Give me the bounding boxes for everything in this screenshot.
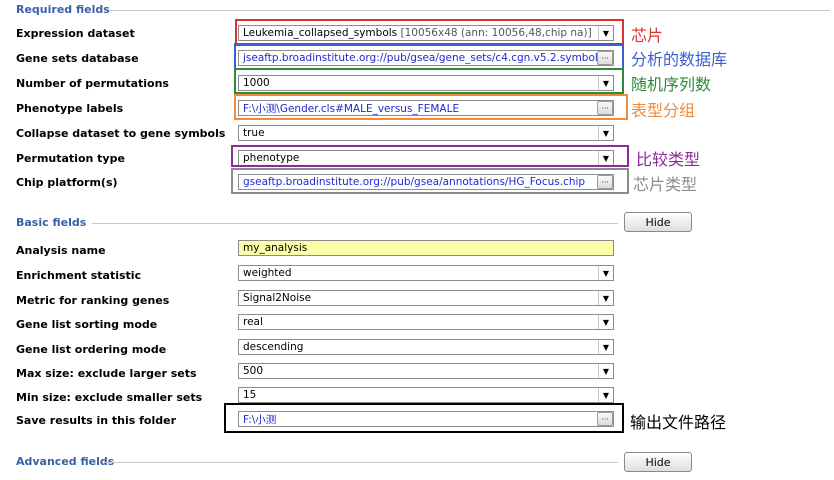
label-chip-platform: Chip platform(s): [16, 176, 118, 189]
chevron-down-icon[interactable]: ▼: [598, 388, 613, 402]
collapse-dataset-value: true: [243, 127, 265, 139]
collapse-dataset-select[interactable]: true ▼: [238, 125, 614, 141]
label-phenotype-labels: Phenotype labels: [16, 102, 124, 115]
label-expression-dataset: Expression dataset: [16, 27, 135, 40]
label-gene-list-ordering: Gene list ordering mode: [16, 343, 167, 356]
label-metric-ranking: Metric for ranking genes: [16, 294, 170, 307]
chevron-down-icon[interactable]: ▼: [598, 364, 613, 378]
chevron-down-icon[interactable]: ▼: [598, 291, 613, 305]
label-gene-list-sorting: Gene list sorting mode: [16, 318, 158, 331]
section-title-basic: Basic fields: [16, 216, 93, 229]
section-divider: [92, 223, 618, 224]
annotation-permutations: 随机序列数: [631, 75, 712, 94]
analysis-name-value: my_analysis: [243, 242, 308, 254]
chevron-down-icon[interactable]: ▼: [598, 126, 613, 140]
max-size-select[interactable]: 500 ▼: [238, 363, 614, 379]
annotation-box-compare: [231, 145, 629, 167]
chevron-down-icon[interactable]: ▼: [598, 266, 613, 280]
annotation-box-phenotype: [234, 94, 628, 120]
gene-list-ordering-select[interactable]: descending ▼: [238, 339, 614, 355]
metric-ranking-value: Signal2Noise: [243, 292, 312, 304]
annotation-box-chip: [235, 19, 624, 46]
gene-list-ordering-value: descending: [243, 341, 304, 353]
chevron-down-icon[interactable]: ▼: [598, 315, 613, 329]
annotation-compare: 比较类型: [636, 150, 701, 169]
section-divider: [104, 462, 618, 463]
annotation-database: 分析的数据库: [631, 50, 728, 69]
max-size-value: 500: [243, 365, 264, 377]
hide-basic-button[interactable]: Hide: [624, 212, 692, 232]
hide-advanced-button[interactable]: Hide: [624, 452, 692, 472]
label-collapse-dataset: Collapse dataset to gene symbols: [16, 127, 226, 140]
annotation-output: 输出文件路径: [630, 413, 727, 432]
gene-list-sorting-select[interactable]: real ▼: [238, 314, 614, 330]
annotation-chip: 芯片: [631, 26, 664, 45]
section-divider: [110, 10, 830, 11]
enrichment-statistic-select[interactable]: weighted ▼: [238, 265, 614, 281]
min-size-select[interactable]: 15 ▼: [238, 387, 614, 403]
annotation-phenotype: 表型分组: [631, 101, 696, 120]
enrichment-statistic-value: weighted: [243, 267, 292, 279]
label-min-size: Min size: exclude smaller sets: [16, 391, 203, 404]
chevron-down-icon[interactable]: ▼: [598, 340, 613, 354]
section-title-required: Required fields: [16, 3, 116, 16]
metric-ranking-select[interactable]: Signal2Noise ▼: [238, 290, 614, 306]
annotation-box-database: [234, 43, 624, 70]
annotation-box-output: [224, 403, 624, 433]
label-gene-sets-database: Gene sets database: [16, 52, 139, 65]
analysis-name-input[interactable]: my_analysis: [238, 240, 614, 256]
label-permutation-type: Permutation type: [16, 152, 125, 165]
label-max-size: Max size: exclude larger sets: [16, 367, 197, 380]
label-save-results-folder: Save results in this folder: [16, 414, 177, 427]
annotation-chip-type: 芯片类型: [633, 175, 698, 194]
label-enrichment-statistic: Enrichment statistic: [16, 269, 142, 282]
label-number-of-permutations: Number of permutations: [16, 77, 169, 90]
label-analysis-name: Analysis name: [16, 244, 106, 257]
gene-list-sorting-value: real: [243, 316, 263, 328]
annotation-box-permutations: [234, 68, 624, 94]
min-size-value: 15: [243, 389, 257, 401]
annotation-box-chip-type: [231, 168, 629, 194]
